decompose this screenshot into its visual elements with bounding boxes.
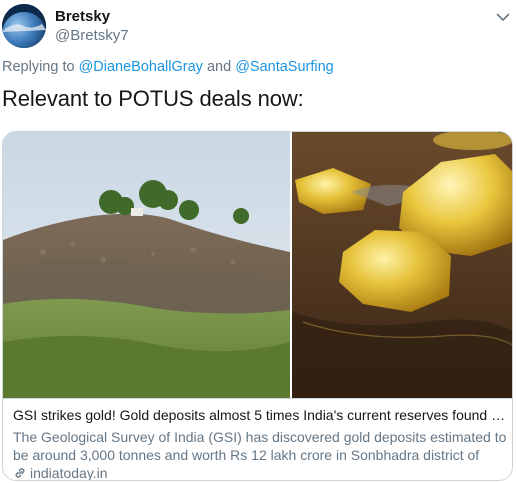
card-domain[interactable]: indiatoday.in bbox=[13, 465, 108, 480]
reply-mention-2[interactable]: @SantaSurfing bbox=[235, 59, 334, 75]
author-handle[interactable]: @Bretsky7 bbox=[55, 27, 129, 44]
reply-conjunction: and bbox=[206, 59, 232, 75]
reply-prefix: Replying to bbox=[2, 59, 75, 75]
card-body[interactable]: GSI strikes gold! Gold deposits almost 5… bbox=[3, 398, 512, 480]
card-description: The Geological Survey of India (GSI) has… bbox=[13, 429, 507, 463]
avatar[interactable] bbox=[2, 4, 46, 48]
link-card[interactable]: GSI strikes gold! Gold deposits almost 5… bbox=[2, 131, 513, 481]
card-title[interactable]: GSI strikes gold! Gold deposits almost 5… bbox=[13, 407, 507, 423]
chevron-down-icon[interactable] bbox=[494, 8, 512, 26]
earth-avatar-icon bbox=[2, 4, 46, 48]
hill-photo bbox=[3, 132, 290, 398]
card-image[interactable] bbox=[3, 132, 512, 398]
author-display-name[interactable]: Bretsky bbox=[55, 8, 110, 25]
link-icon bbox=[15, 468, 25, 478]
tweet-text: Relevant to POTUS deals now: bbox=[2, 86, 304, 111]
tweet-header: Bretsky @Bretsky7 bbox=[0, 0, 517, 52]
reply-mention-1[interactable]: @DianeBohallGray bbox=[79, 59, 203, 75]
reply-context: Replying to @DianeBohallGray and @SantaS… bbox=[2, 59, 334, 75]
card-domain-text[interactable]: indiatoday.in bbox=[30, 465, 108, 480]
gold-photo bbox=[292, 132, 512, 398]
